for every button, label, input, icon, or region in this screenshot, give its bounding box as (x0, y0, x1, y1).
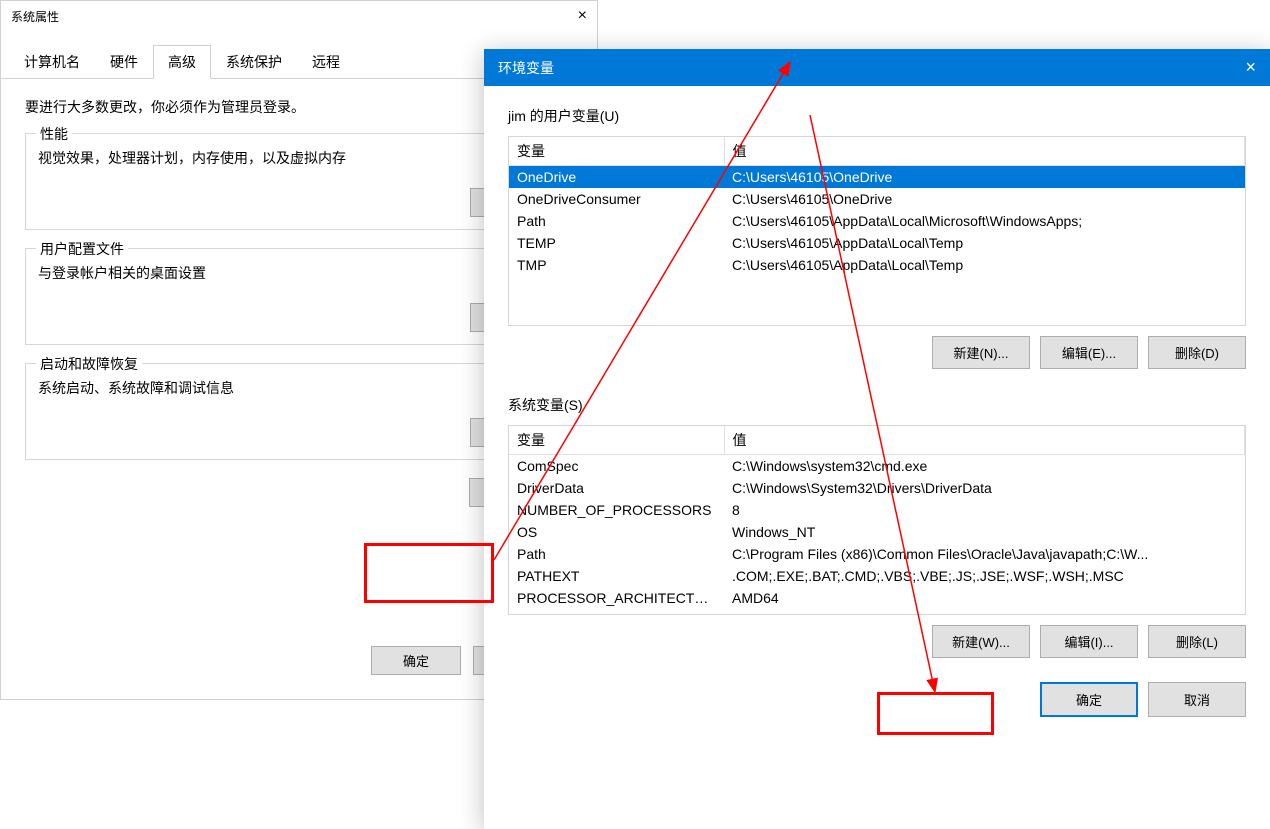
var-name: TMP (509, 254, 724, 276)
var-name: OneDrive (509, 166, 724, 189)
user-edit-button[interactable]: 编辑(E)... (1040, 336, 1138, 369)
sys-delete-button[interactable]: 删除(L) (1148, 625, 1246, 658)
tab-1[interactable]: 硬件 (95, 45, 153, 79)
col-val[interactable]: 值 (724, 426, 1245, 455)
col-val[interactable]: 值 (724, 137, 1245, 166)
table-row[interactable]: OneDriveC:\Users\46105\OneDrive (509, 166, 1245, 189)
groupbox-title: 用户配置文件 (36, 239, 128, 259)
syswin-titlebar: 系统属性 × (1, 1, 597, 31)
sys-vars-table[interactable]: 变量 值 ComSpecC:\Windows\system32\cmd.exeD… (508, 425, 1246, 615)
user-delete-button[interactable]: 删除(D) (1148, 336, 1246, 369)
tab-3[interactable]: 系统保护 (211, 45, 297, 79)
var-value: C:\Program Files (x86)\Common Files\Orac… (724, 543, 1245, 565)
table-row[interactable]: DriverDataC:\Windows\System32\Drivers\Dr… (509, 477, 1245, 499)
envdlg-cancel-button[interactable]: 取消 (1148, 682, 1246, 717)
close-icon[interactable]: × (1245, 57, 1256, 78)
table-row[interactable]: PROCESSOR_IDENTIFIERIntel64 Family 6 Mod… (509, 609, 1245, 615)
var-value: Intel64 Family 6 Model 142 Stepping 12, … (724, 609, 1245, 615)
envdlg-ok-button[interactable]: 确定 (1040, 682, 1138, 717)
table-row[interactable]: NUMBER_OF_PROCESSORS8 (509, 499, 1245, 521)
col-var[interactable]: 变量 (509, 137, 724, 166)
groupbox-desc: 系统启动、系统故障和调试信息 (38, 378, 560, 398)
var-value: C:\Users\46105\AppData\Local\Microsoft\W… (724, 210, 1245, 232)
var-value: C:\Users\46105\AppData\Local\Temp (724, 232, 1245, 254)
var-name: OneDriveConsumer (509, 188, 724, 210)
var-name: DriverData (509, 477, 724, 499)
var-name: NUMBER_OF_PROCESSORS (509, 499, 724, 521)
var-name: PROCESSOR_ARCHITECTURE (509, 587, 724, 609)
var-name: OS (509, 521, 724, 543)
groupbox-desc: 视觉效果，处理器计划，内存使用，以及虚拟内存 (38, 148, 560, 168)
user-vars-label: jim 的用户变量(U) (508, 106, 1246, 126)
var-value: .COM;.EXE;.BAT;.CMD;.VBS;.VBE;.JS;.JSE;.… (724, 565, 1245, 587)
env-variables-dialog: 环境变量 × jim 的用户变量(U) 变量 值 OneDriveC:\User… (484, 49, 1270, 829)
table-row[interactable]: ComSpecC:\Windows\system32\cmd.exe (509, 455, 1245, 478)
tab-4[interactable]: 远程 (297, 45, 355, 79)
var-value: C:\Users\46105\AppData\Local\Temp (724, 254, 1245, 276)
sys-edit-button[interactable]: 编辑(I)... (1040, 625, 1138, 658)
var-name: Path (509, 543, 724, 565)
table-row[interactable]: TEMPC:\Users\46105\AppData\Local\Temp (509, 232, 1245, 254)
var-value: AMD64 (724, 587, 1245, 609)
var-name: Path (509, 210, 724, 232)
ok-button[interactable]: 确定 (371, 646, 461, 675)
user-vars-table[interactable]: 变量 值 OneDriveC:\Users\46105\OneDriveOneD… (508, 136, 1246, 326)
groupbox-title: 启动和故障恢复 (36, 354, 142, 374)
var-value: C:\Windows\system32\cmd.exe (724, 455, 1245, 478)
envdlg-title-text: 环境变量 (498, 58, 554, 78)
tab-2[interactable]: 高级 (153, 45, 211, 79)
envdlg-titlebar: 环境变量 × (484, 49, 1270, 86)
var-value: C:\Users\46105\OneDrive (724, 188, 1245, 210)
groupbox-desc: 与登录帐户相关的桌面设置 (38, 263, 560, 283)
var-value: 8 (724, 499, 1245, 521)
table-row[interactable]: OSWindows_NT (509, 521, 1245, 543)
col-var[interactable]: 变量 (509, 426, 724, 455)
syswin-title-text: 系统属性 (11, 8, 59, 25)
table-row[interactable]: PATHEXT.COM;.EXE;.BAT;.CMD;.VBS;.VBE;.JS… (509, 565, 1245, 587)
var-value: Windows_NT (724, 521, 1245, 543)
sys-vars-label: 系统变量(S) (508, 395, 1246, 415)
table-row[interactable]: PathC:\Program Files (x86)\Common Files\… (509, 543, 1245, 565)
close-icon[interactable]: × (578, 7, 587, 25)
table-row[interactable]: OneDriveConsumerC:\Users\46105\OneDrive (509, 188, 1245, 210)
var-name: PATHEXT (509, 565, 724, 587)
table-row[interactable]: TMPC:\Users\46105\AppData\Local\Temp (509, 254, 1245, 276)
var-name: PROCESSOR_IDENTIFIER (509, 609, 724, 615)
table-row[interactable]: PathC:\Users\46105\AppData\Local\Microso… (509, 210, 1245, 232)
var-value: C:\Windows\System32\Drivers\DriverData (724, 477, 1245, 499)
groupbox-title: 性能 (36, 124, 72, 144)
var-name: TEMP (509, 232, 724, 254)
var-value: C:\Users\46105\OneDrive (724, 166, 1245, 189)
user-new-button[interactable]: 新建(N)... (932, 336, 1030, 369)
sys-new-button[interactable]: 新建(W)... (932, 625, 1030, 658)
tab-0[interactable]: 计算机名 (9, 45, 95, 79)
var-name: ComSpec (509, 455, 724, 478)
table-row[interactable]: PROCESSOR_ARCHITECTUREAMD64 (509, 587, 1245, 609)
